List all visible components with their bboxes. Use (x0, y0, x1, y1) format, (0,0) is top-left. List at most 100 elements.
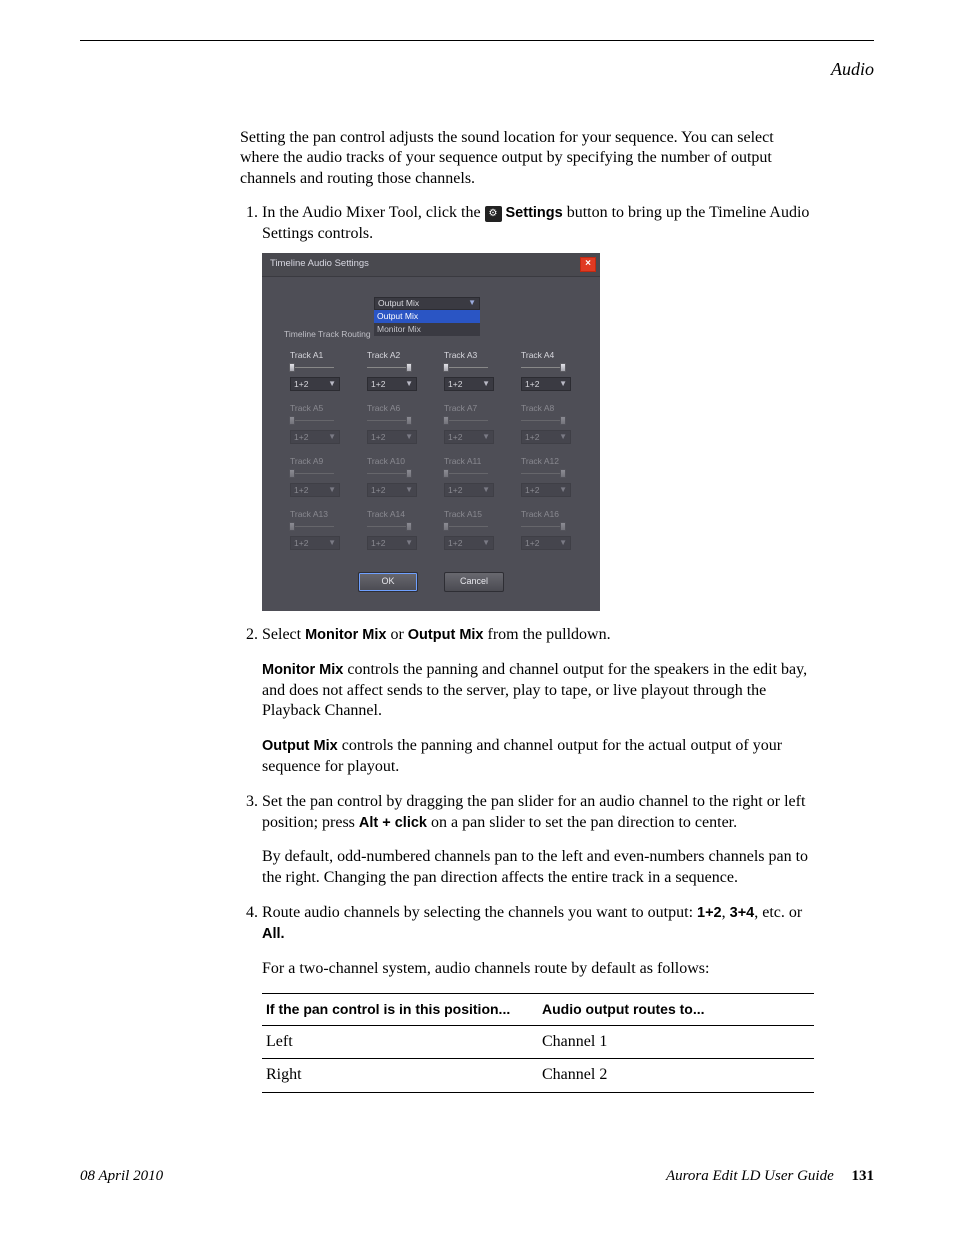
chevron-down-icon: ▼ (328, 379, 336, 389)
channel-route-value: 1+2 (294, 432, 308, 443)
timeline-audio-settings-dialog: Timeline Audio Settings × Output Mix ▼ O… (262, 253, 600, 611)
track-cell: Track A101+2▼ (367, 456, 426, 497)
channel-route-value: 1+2 (525, 538, 539, 549)
pan-slider (444, 522, 488, 531)
channel-route-dropdown[interactable]: 1+2 ▼ (367, 377, 417, 391)
chevron-down-icon: ▼ (559, 485, 567, 495)
track-label: Track A9 (290, 456, 349, 467)
track-label: Track A7 (444, 403, 503, 414)
channel-route-value: 1+2 (371, 379, 385, 390)
close-icon[interactable]: × (580, 257, 596, 272)
track-cell: Track A5 1+2 ▼ (290, 403, 349, 444)
step-1: In the Audio Mixer Tool, click the ⚙ Set… (262, 203, 814, 611)
track-cell: Track A12 1+2▼ (521, 456, 580, 497)
routing-section-label: Timeline Track Routing (284, 329, 371, 340)
track-cell: Track A4 1+2▼ (521, 350, 580, 391)
track-label: Track A10 (367, 456, 426, 467)
track-label: Track A14 (367, 509, 426, 520)
table-header-output: Audio output routes to... (538, 994, 814, 1025)
channel-route-dropdown: 1+2 ▼ (521, 536, 571, 550)
chevron-down-icon: ▼ (328, 485, 336, 495)
mix-dropdown[interactable]: Output Mix ▼ (374, 297, 480, 310)
chevron-down-icon: ▼ (328, 432, 336, 442)
track-label: Track A12 (521, 456, 580, 467)
track-label: Track A11 (444, 456, 503, 467)
pan-slider (367, 522, 411, 531)
track-cell: Track A7 1+2 ▼ (444, 403, 503, 444)
channel-route-dropdown: 1+2 ▼ (367, 430, 417, 444)
cancel-button[interactable]: Cancel (444, 572, 504, 592)
mix-option-monitor[interactable]: Monitor Mix (374, 323, 480, 336)
ok-button[interactable]: OK (358, 572, 418, 592)
track-cell: Track A14 1+2▼ (367, 509, 426, 550)
chevron-down-icon: ▼ (405, 379, 413, 389)
channel-route-dropdown[interactable]: 1+2 ▼ (444, 377, 494, 391)
channel-route-dropdown: 1+2▼ (367, 536, 417, 550)
track-label: Track A8 (521, 403, 580, 414)
channel-route-value: 1+2 (371, 538, 385, 549)
route-all: All. (262, 926, 285, 942)
track-label: Track A3 (444, 350, 503, 361)
settings-label: Settings (506, 205, 563, 221)
pan-slider (444, 416, 488, 425)
pan-slider (521, 522, 565, 531)
chevron-down-icon: ▼ (482, 432, 490, 442)
pan-slider[interactable] (521, 363, 565, 372)
footer-page-number: 131 (852, 1168, 875, 1184)
track-cell: Track A9 1+2 ▼ (290, 456, 349, 497)
pan-slider (367, 416, 411, 425)
table-row: Right Channel 2 (262, 1059, 814, 1093)
route-3-4: 3+4 (730, 905, 755, 921)
track-label: Track A15 (444, 509, 503, 520)
channel-route-value: 1+2 (294, 538, 308, 549)
pan-slider (521, 416, 565, 425)
pan-slider[interactable] (367, 363, 411, 372)
table-row: Left Channel 1 (262, 1025, 814, 1059)
track-cell: Track A131+2▼ (290, 509, 349, 550)
channel-route-dropdown: 1+2▼ (521, 483, 571, 497)
step1-text-before: In the Audio Mixer Tool, click the (262, 204, 485, 221)
chevron-down-icon: ▼ (559, 379, 567, 389)
track-label: Track A6 (367, 403, 426, 414)
mix-option-output[interactable]: Output Mix (374, 310, 480, 323)
pan-slider (290, 416, 334, 425)
step-2: Select Monitor Mix or Output Mix from th… (262, 625, 814, 778)
channel-route-value: 1+2 (448, 538, 462, 549)
channel-route-dropdown: 1+2▼ (290, 536, 340, 550)
pan-slider[interactable] (290, 363, 334, 372)
chevron-down-icon: ▼ (482, 379, 490, 389)
channel-route-dropdown: 1+2▼ (521, 430, 571, 444)
chevron-down-icon: ▼ (559, 538, 567, 548)
route-1-2: 1+2 (697, 905, 722, 921)
output-mix-term: Output Mix (408, 627, 484, 643)
channel-route-value: 1+2 (294, 485, 308, 496)
chevron-down-icon: ▼ (405, 432, 413, 442)
chevron-down-icon: ▼ (468, 298, 476, 308)
track-label: Track A4 (521, 350, 580, 361)
channel-route-value: 1+2 (448, 432, 462, 443)
chevron-down-icon: ▼ (405, 485, 413, 495)
page-section-header: Audio (80, 59, 874, 80)
channel-route-value: 1+2 (448, 379, 462, 390)
channel-route-dropdown: 1+2▼ (444, 483, 494, 497)
footer-doc-title: Aurora Edit LD User Guide (666, 1168, 834, 1184)
track-label: Track A16 (521, 509, 580, 520)
track-label: Track A5 (290, 403, 349, 414)
mix-dropdown-value: Output Mix (378, 298, 419, 309)
channel-route-value: 1+2 (448, 485, 462, 496)
track-cell: Track A11 1+2▼ (444, 456, 503, 497)
step3-default-desc: By default, odd-numbered channels pan to… (262, 847, 814, 889)
channel-route-dropdown: 1+2 ▼ (290, 430, 340, 444)
channel-route-dropdown[interactable]: 1+2▼ (290, 377, 340, 391)
settings-icon: ⚙ (485, 206, 502, 222)
track-cell: Track A15 1+2▼ (444, 509, 503, 550)
channel-route-value: 1+2 (371, 432, 385, 443)
pan-slider[interactable] (444, 363, 488, 372)
channel-route-dropdown[interactable]: 1+2▼ (521, 377, 571, 391)
pan-slider (444, 469, 488, 478)
routing-table-intro: For a two-channel system, audio channels… (262, 959, 814, 980)
monitor-mix-term: Monitor Mix (305, 627, 386, 643)
intro-paragraph: Setting the pan control adjusts the soun… (240, 128, 814, 189)
track-label: Track A2 (367, 350, 426, 361)
channel-route-dropdown: 1+2▼ (444, 536, 494, 550)
